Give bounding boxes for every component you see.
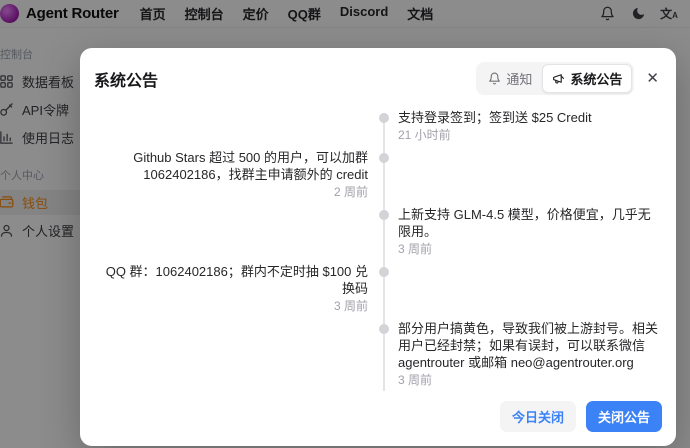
announcement-item: QQ 群：1062402186；群内不定时抽 $100 兑换码 3 周前 — [94, 263, 662, 313]
tab-label: 通知 — [506, 72, 533, 87]
announcement-item: 支持登录签到；签到送 $25 Credit 21 小时前 — [94, 109, 662, 142]
announcement-time: 3 周前 — [398, 242, 433, 256]
announcement-item: 上新支持 GLM-4.5 模型，价格便宜，几乎无限用。 3 周前 — [94, 206, 662, 256]
timeline-dot-icon — [379, 267, 389, 277]
announcement-time: 3 周前 — [333, 299, 368, 313]
announcement-text: 部分用户搞黄色，导致我们被上游封号。相关用户已经封禁；如果有误封，可以联系微信 … — [398, 321, 659, 370]
close-today-button[interactable]: 今日关闭 — [499, 401, 576, 432]
close-announcement-button[interactable]: 关闭公告 — [585, 401, 662, 432]
timeline-dot-icon — [379, 324, 389, 334]
announcement-timeline: 支持登录签到；签到送 $25 Credit 21 小时前 Github Star… — [94, 109, 662, 391]
announcement-text: 上新支持 GLM-4.5 模型，价格便宜，几乎无限用。 — [398, 207, 651, 239]
announcement-item: 部分用户搞黄色，导致我们被上游封号。相关用户已经封禁；如果有误封，可以联系微信 … — [94, 320, 662, 387]
modal-title: 系统公告 — [94, 72, 159, 90]
timeline-dot-icon — [379, 113, 389, 123]
timeline-dot-icon — [379, 210, 389, 220]
announcement-time: 3 周前 — [398, 373, 433, 387]
announcement-text: 支持登录签到；签到送 $25 Credit — [398, 110, 592, 125]
megaphone-icon — [553, 74, 565, 84]
modal-body: 支持登录签到；签到送 $25 Credit 21 小时前 Github Star… — [80, 104, 676, 391]
timeline-dot-icon — [379, 153, 389, 163]
modal-header-right: 通知 系统公告 ✕ — [476, 62, 662, 95]
close-icon[interactable]: ✕ — [643, 69, 662, 88]
tab-notifications[interactable]: 通知 — [478, 64, 542, 93]
tab-system-announcements[interactable]: 系统公告 — [542, 64, 633, 93]
announcement-tabs: 通知 系统公告 — [476, 62, 635, 95]
announcement-text: QQ 群：1062402186；群内不定时抽 $100 兑换码 — [105, 264, 368, 296]
announcement-item: Github Stars 超过 500 的用户，可以加群 1062402186，… — [94, 149, 662, 199]
modal-header: 系统公告 通知 系统公告 ✕ — [80, 48, 676, 104]
modal-footer: 今日关闭 关闭公告 — [80, 391, 676, 446]
announcement-text: Github Stars 超过 500 的用户，可以加群 1062402186，… — [133, 150, 368, 182]
system-announcement-modal: 系统公告 通知 系统公告 ✕ 支持登录签到；签到送 $25 Credit 21 … — [80, 48, 676, 446]
announcement-time: 21 小时前 — [398, 128, 451, 142]
bell-icon — [489, 72, 501, 85]
announcement-time: 2 周前 — [333, 185, 368, 199]
tab-label: 系统公告 — [570, 72, 623, 87]
